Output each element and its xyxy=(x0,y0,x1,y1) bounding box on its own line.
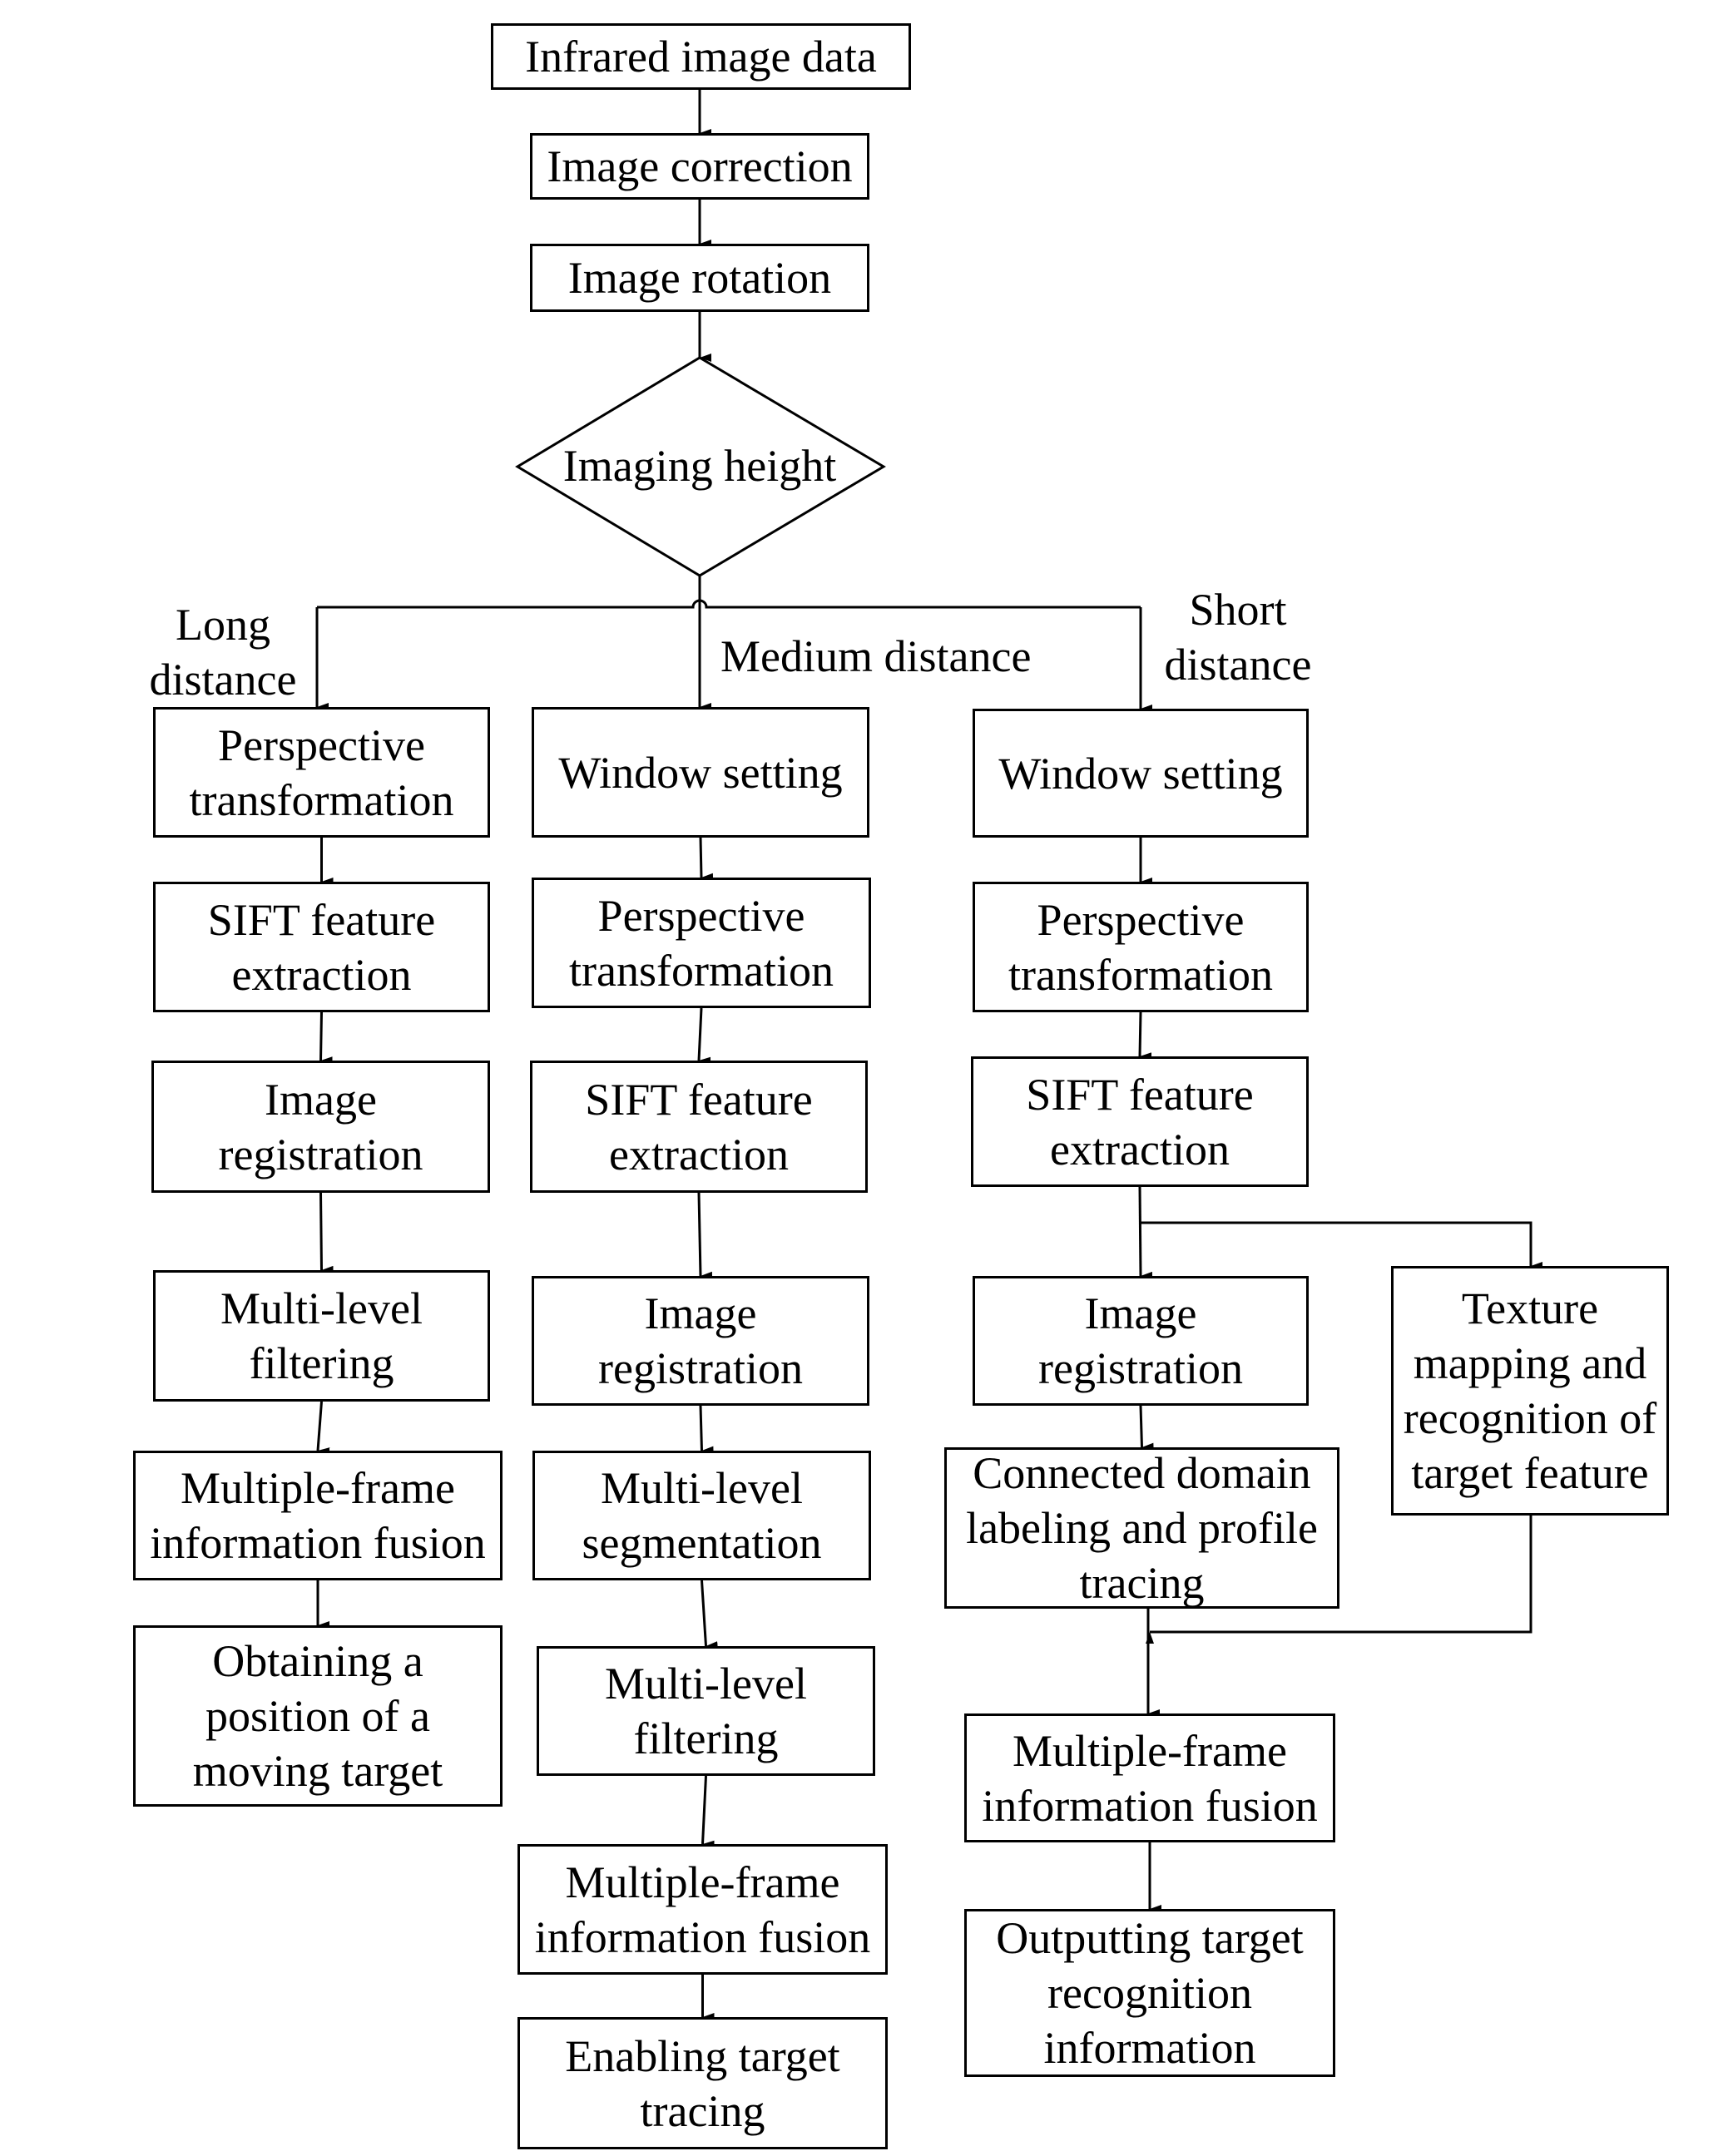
node-label-line: SIFT feature xyxy=(1026,1069,1254,1120)
node-medium-sift-feature-extraction: SIFT feature extraction xyxy=(530,1061,868,1193)
medium-arrow-4 xyxy=(701,1580,718,1650)
node-label-line: Multi-level xyxy=(601,1463,803,1513)
node-label-line: Multiple-frame xyxy=(1013,1725,1287,1776)
node-label-line: position of a xyxy=(205,1691,430,1741)
node-label-line: Image xyxy=(265,1074,377,1125)
node-label-line: registration xyxy=(218,1129,423,1179)
node-long-image-registration: Image registration xyxy=(151,1061,490,1193)
medium-arrow-2 xyxy=(697,1192,713,1280)
node-label-line: recognition of xyxy=(1403,1393,1657,1443)
node-medium-enabling-target-tracing: Enabling target tracing xyxy=(517,2017,888,2149)
label-line: distance xyxy=(149,655,297,705)
node-label-line: Enabling target xyxy=(565,2030,840,2081)
node-label-line: extraction xyxy=(231,949,412,1000)
branch-horizontal-connector xyxy=(317,599,1141,609)
node-infrared-image-data: Infrared image data xyxy=(491,23,911,90)
node-short-perspective-transformation: Perspective transformation xyxy=(973,882,1309,1012)
node-label-line: Perspective xyxy=(597,890,805,941)
node-label-line: filtering xyxy=(633,1713,779,1763)
node-medium-multi-level-segmentation: Multi-level segmentation xyxy=(532,1451,871,1580)
node-label-line: Window setting xyxy=(998,748,1283,799)
short-arrow-2 xyxy=(1138,1186,1153,1280)
short-arrow-3 xyxy=(1139,1405,1154,1451)
node-label-line: Texture xyxy=(1461,1283,1599,1333)
node-label-line: filtering xyxy=(249,1338,394,1388)
node-label-line: Perspective xyxy=(218,719,425,770)
node-label-line: Connected domain xyxy=(973,1448,1311,1498)
node-label-line: SIFT feature xyxy=(585,1074,813,1125)
node-short-window-setting: Window setting xyxy=(973,709,1309,838)
node-label: Image correction xyxy=(547,141,853,191)
node-label-line: Image xyxy=(644,1288,757,1338)
label-line: Long xyxy=(176,600,270,650)
node-label-line: information xyxy=(1043,2023,1256,2073)
node-label-line: registration xyxy=(1038,1343,1243,1393)
label-long-distance: Long distance xyxy=(140,597,306,707)
node-label-line: SIFT feature xyxy=(207,894,436,945)
node-label-line: information fusion xyxy=(150,1518,486,1568)
decision-label: Imaging height xyxy=(562,441,837,491)
node-medium-image-registration: Image registration xyxy=(532,1276,869,1406)
node-long-multi-level-filtering: Multi-level filtering xyxy=(153,1270,490,1402)
long-arrow-3 xyxy=(316,1401,330,1456)
node-label-line: Multiple-frame xyxy=(181,1463,455,1513)
medium-arrow-3 xyxy=(699,1405,714,1455)
node-short-image-registration: Image registration xyxy=(973,1276,1309,1406)
node-long-multiple-frame-information-fusion: Multiple-frame information fusion xyxy=(133,1451,503,1580)
node-label-line: transformation xyxy=(569,945,834,996)
node-long-perspective-transformation: Perspective transformation xyxy=(153,707,490,838)
node-label-line: tracing xyxy=(640,2085,765,2136)
node-label-line: transformation xyxy=(189,774,454,825)
label-line: Short xyxy=(1189,585,1287,635)
node-short-texture-mapping-and-recognition-of-target-feature: Texture mapping and recognition of target f… xyxy=(1391,1266,1669,1516)
node-medium-window-setting: Window setting xyxy=(532,707,869,838)
node-image-rotation: Image rotation xyxy=(530,244,869,312)
label-line: distance xyxy=(1164,640,1312,690)
node-label-line: tracing xyxy=(1079,1558,1205,1608)
node-image-correction: Image correction xyxy=(530,133,869,200)
node-label-line: extraction xyxy=(609,1129,789,1179)
node-label-line: registration xyxy=(598,1343,803,1393)
label-short-distance: Short distance xyxy=(1155,582,1321,692)
node-medium-multi-level-filtering: Multi-level filtering xyxy=(537,1646,875,1776)
node-label-line: mapping and xyxy=(1413,1338,1647,1388)
node-label-line: Multiple-frame xyxy=(565,1857,840,1907)
node-label-line: moving target xyxy=(192,1746,443,1796)
medium-arrow-5 xyxy=(701,1775,715,1849)
node-label-line: Multi-level xyxy=(220,1283,423,1333)
node-label-line: Multi-level xyxy=(605,1659,807,1708)
node-label-line: extraction xyxy=(1050,1124,1230,1174)
node-label-line: recognition xyxy=(1047,1968,1252,2018)
node-label-line: information fusion xyxy=(534,1911,871,1962)
medium-arrow-1 xyxy=(697,1007,711,1066)
arrow-to-texture-mapping xyxy=(1141,1221,1542,1270)
node-label-line: Perspective xyxy=(1037,894,1245,945)
node-label-line: Image xyxy=(1084,1288,1197,1338)
long-arrow-1 xyxy=(319,1011,333,1066)
node-medium-perspective-transformation: Perspective transformation xyxy=(532,878,871,1008)
node-long-sift-feature-extraction: SIFT feature extraction xyxy=(153,882,490,1012)
node-label-line: segmentation xyxy=(582,1518,822,1568)
node-long-obtaining-a-position-of-a-moving-target: Obtaining a position of a moving target xyxy=(133,1625,503,1807)
node-label: Image rotation xyxy=(567,253,832,303)
label-medium-distance: Medium distance xyxy=(720,631,1032,681)
node-label-line: information fusion xyxy=(982,1780,1318,1831)
node-label-line: transformation xyxy=(1008,949,1273,1000)
node-label-line: Obtaining a xyxy=(212,1636,423,1686)
long-arrow-2 xyxy=(319,1192,334,1274)
short-arrow-1 xyxy=(1138,1011,1152,1061)
node-label-line: target feature xyxy=(1411,1448,1649,1498)
node-short-outputting-target-recognition-information: Outputting target recognition information xyxy=(964,1909,1335,2077)
node-short-multiple-frame-information-fusion: Multiple-frame information fusion xyxy=(964,1713,1335,1842)
node-label: Infrared image data xyxy=(525,32,877,82)
node-label-line: labeling and profile xyxy=(966,1503,1318,1553)
node-label-line: Outputting target xyxy=(996,1913,1304,1963)
node-label-line: Window setting xyxy=(558,747,843,798)
node-short-connected-domain-labeling-and-profile-tracing: Connected domain labeling and profile trac… xyxy=(944,1447,1339,1609)
node-medium-multiple-frame-information-fusion: Multiple-frame information fusion xyxy=(517,1844,888,1975)
node-short-sift-feature-extraction: SIFT feature extraction xyxy=(971,1056,1309,1187)
